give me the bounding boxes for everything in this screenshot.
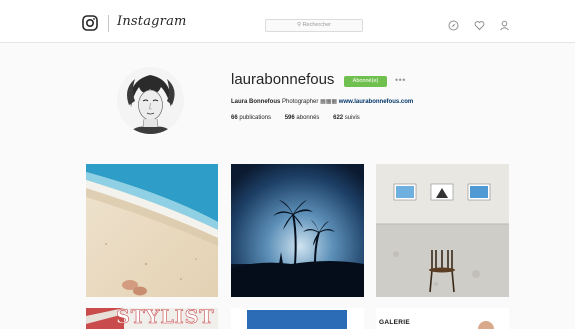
profile-username: laurabonnefous <box>231 71 335 88</box>
post-tile-stylist[interactable]: STYLIST <box>86 308 218 329</box>
stat-following[interactable]: 622 suivis <box>333 115 360 121</box>
logo-separator <box>108 15 109 32</box>
profile-stats: 66 publications 596 abonnés 622 suivis <box>231 115 372 121</box>
post-tile-galerie[interactable]: GALERIE <box>376 308 509 329</box>
post-galerie-text: GALERIE <box>379 319 410 326</box>
instagram-camera-icon[interactable] <box>82 15 98 31</box>
post-tile-palms[interactable] <box>231 164 364 297</box>
bio-website-link[interactable]: www.laurabonnefous.com <box>339 99 413 105</box>
post-tile-gallery[interactable] <box>376 164 509 297</box>
search-input[interactable]: ⚲ Rechercher <box>265 19 363 32</box>
instagram-wordmark[interactable]: Instagram <box>117 14 187 29</box>
profile-icon[interactable] <box>499 20 510 31</box>
bio-text: Photographer <box>282 99 319 105</box>
following-button[interactable]: Abonné(e) <box>344 76 387 87</box>
bio-emoji: ▦▦▦ <box>320 99 338 105</box>
stat-posts: 66 publications <box>231 115 272 121</box>
search-icon: ⚲ <box>297 22 302 28</box>
search-placeholder: Rechercher <box>302 22 331 28</box>
profile-avatar[interactable] <box>117 67 184 134</box>
bio-name: Laura Bonnefous <box>231 99 281 105</box>
explore-compass-icon[interactable] <box>448 20 459 31</box>
more-options-button[interactable]: ••• <box>395 75 406 85</box>
top-nav-bar: Instagram ⚲ Rechercher <box>0 0 575 43</box>
post-stylist-text: STYLIST <box>116 308 215 328</box>
profile-bio: Laura Bonnefous Photographer ▦▦▦ www.lau… <box>231 98 413 105</box>
stat-followers[interactable]: 596 abonnés <box>285 115 320 121</box>
heart-icon[interactable] <box>474 20 485 31</box>
post-tile-blue[interactable] <box>231 308 364 329</box>
post-tile-beach[interactable] <box>86 164 218 297</box>
